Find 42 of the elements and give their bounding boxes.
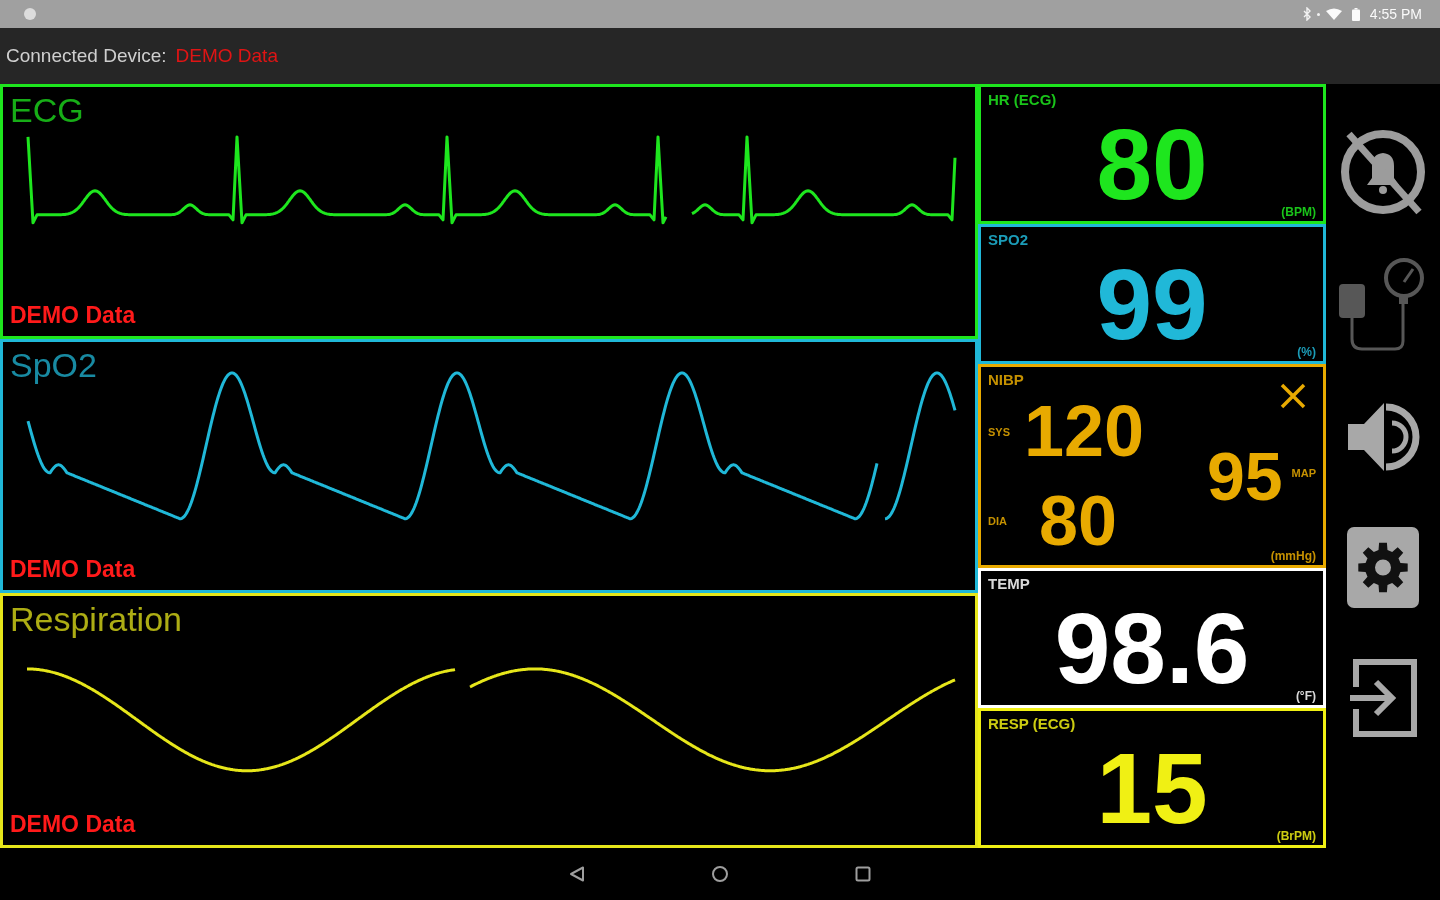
vital-label: RESP (ECG) bbox=[988, 715, 1076, 733]
data-source-label: DEMO Data bbox=[10, 811, 136, 837]
data-source-label: DEMO Data bbox=[10, 556, 136, 583]
waveform-title: SpO2 bbox=[10, 344, 97, 385]
mean-label: MAP bbox=[1291, 467, 1316, 480]
vital-label: HR (ECG) bbox=[988, 91, 1057, 109]
device-name: DEMO Data bbox=[175, 45, 278, 67]
connected-device-label: Connected Device: bbox=[6, 45, 167, 67]
bell-off-icon[interactable] bbox=[1339, 128, 1427, 216]
dot-icon bbox=[1316, 12, 1320, 16]
vital-value: 98.6 bbox=[1054, 608, 1250, 688]
systolic-value: 120 bbox=[1024, 403, 1145, 461]
clock-time: 4:55 PM bbox=[1369, 6, 1422, 22]
back-icon[interactable] bbox=[569, 866, 585, 882]
vital-label: SPO2 bbox=[988, 231, 1029, 249]
unit-label: (°F) bbox=[1295, 690, 1316, 703]
bluetooth-icon bbox=[1302, 7, 1311, 21]
home-icon[interactable] bbox=[712, 866, 728, 882]
login-icon[interactable] bbox=[1347, 657, 1419, 739]
vital-label: NIBP bbox=[988, 371, 1024, 389]
mean-value: 95 bbox=[1206, 449, 1283, 504]
vital-value: 80 bbox=[1096, 124, 1208, 204]
close-icon[interactable] bbox=[1280, 383, 1306, 409]
unit-label: (%) bbox=[1297, 346, 1316, 359]
waveform-title: Respiration bbox=[10, 599, 182, 640]
vital-label: TEMP bbox=[988, 575, 1030, 593]
vital-value: 15 bbox=[1096, 748, 1208, 828]
systolic-label: SYS bbox=[988, 425, 1010, 438]
data-source-label: DEMO Data bbox=[10, 301, 136, 328]
unit-label: (BrPM) bbox=[1276, 830, 1316, 843]
diastolic-label: DIA bbox=[988, 514, 1007, 527]
unit-label: (BPM) bbox=[1281, 206, 1316, 219]
waveform-title: ECG bbox=[10, 90, 84, 130]
vital-value: 99 bbox=[1096, 264, 1208, 344]
notification-dot-icon bbox=[24, 8, 36, 20]
settings-icon[interactable] bbox=[1347, 527, 1419, 608]
recents-icon[interactable] bbox=[855, 866, 871, 882]
unit-label: (mmHg) bbox=[1270, 550, 1316, 563]
blood-pressure-gauge-icon[interactable] bbox=[1339, 257, 1427, 353]
wifi-icon bbox=[1325, 8, 1342, 20]
diastolic-value: 80 bbox=[1038, 492, 1117, 549]
battery-icon bbox=[1351, 7, 1360, 21]
